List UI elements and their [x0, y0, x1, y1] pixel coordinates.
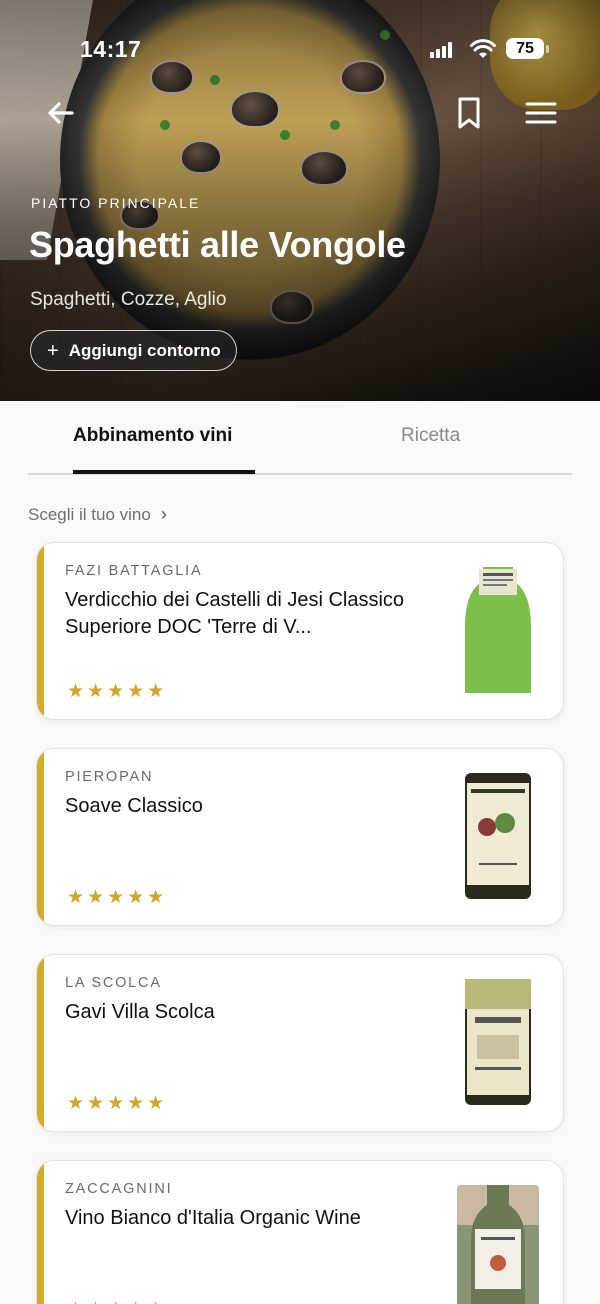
wine-producer: LA SCOLCA [65, 975, 162, 991]
star-rating: ★★★★★ [67, 1093, 168, 1114]
wine-name: Soave Classico [65, 795, 203, 817]
dish-title: Spaghetti alle Vongole [29, 224, 406, 265]
battery-tip [546, 45, 549, 53]
wine-card-accent [37, 749, 44, 925]
wine-name: Verdicchio dei Castelli di Jesi Classico… [65, 589, 405, 638]
wine-name: Vino Bianco d'Italia Organic Wine [65, 1207, 361, 1229]
tab-wine-pairing[interactable]: Abbinamento vini [73, 425, 232, 447]
signal-icon [430, 42, 452, 58]
wine-card-accent [37, 955, 44, 1131]
wine-card[interactable]: LA SCOLCA Gavi Villa Scolca ★★★★★ [36, 954, 564, 1132]
wine-producer: FAZI BATTAGLIA [65, 563, 203, 579]
bookmark-icon[interactable] [454, 96, 484, 130]
star-rating: ★★★★★ [67, 681, 168, 702]
add-side-dish-label: Aggiungi contorno [68, 340, 221, 360]
wine-producer: ZACCAGNINI [65, 1181, 173, 1197]
add-side-dish-button[interactable]: + Aggiungi contorno [30, 330, 237, 371]
star-rating: ★★★★★ [67, 1298, 167, 1304]
back-arrow-icon[interactable] [44, 96, 78, 130]
wine-card[interactable]: FAZI BATTAGLIA Verdicchio dei Castelli d… [36, 542, 564, 720]
wine-name: Gavi Villa Scolca [65, 1001, 215, 1023]
status-time: 14:17 [80, 36, 142, 62]
wine-card[interactable]: PIEROPAN Soave Classico ★★★★★ [36, 748, 564, 926]
wine-bottle-image [457, 979, 539, 1105]
wine-card-accent [37, 1161, 44, 1304]
wifi-icon [470, 39, 496, 58]
hamburger-menu-icon[interactable] [524, 98, 558, 128]
course-label: PIATTO PRINCIPALE [31, 195, 201, 211]
wine-bottle-image [457, 567, 539, 693]
status-bar: 14:17 75 [0, 0, 600, 90]
chevron-right-icon: › [160, 504, 167, 524]
content-area: Abbinamento vini Ricetta Scegli il tuo v… [0, 401, 600, 1304]
tab-bar: Abbinamento vini Ricetta [28, 401, 572, 475]
wine-card[interactable]: ZACCAGNINI Vino Bianco d'Italia Organic … [36, 1160, 564, 1304]
choose-wine-link[interactable]: Scegli il tuo vino › [28, 504, 167, 525]
dish-ingredients: Spaghetti, Cozze, Aglio [30, 289, 227, 310]
wine-bottle-image [457, 1185, 539, 1304]
choose-wine-label: Scegli il tuo vino [28, 504, 151, 524]
tab-recipe[interactable]: Ricetta [401, 425, 460, 447]
active-tab-indicator [73, 470, 255, 474]
wine-card-accent [37, 543, 44, 719]
hero-banner: 14:17 75 PIATTO PRINCIPALE Spaghetti all… [0, 0, 600, 401]
wine-producer: PIEROPAN [65, 769, 154, 785]
battery-icon: 75 [506, 38, 544, 59]
star-rating: ★★★★★ [67, 887, 168, 908]
wine-bottle-image [457, 773, 539, 899]
plus-icon: + [47, 339, 59, 362]
